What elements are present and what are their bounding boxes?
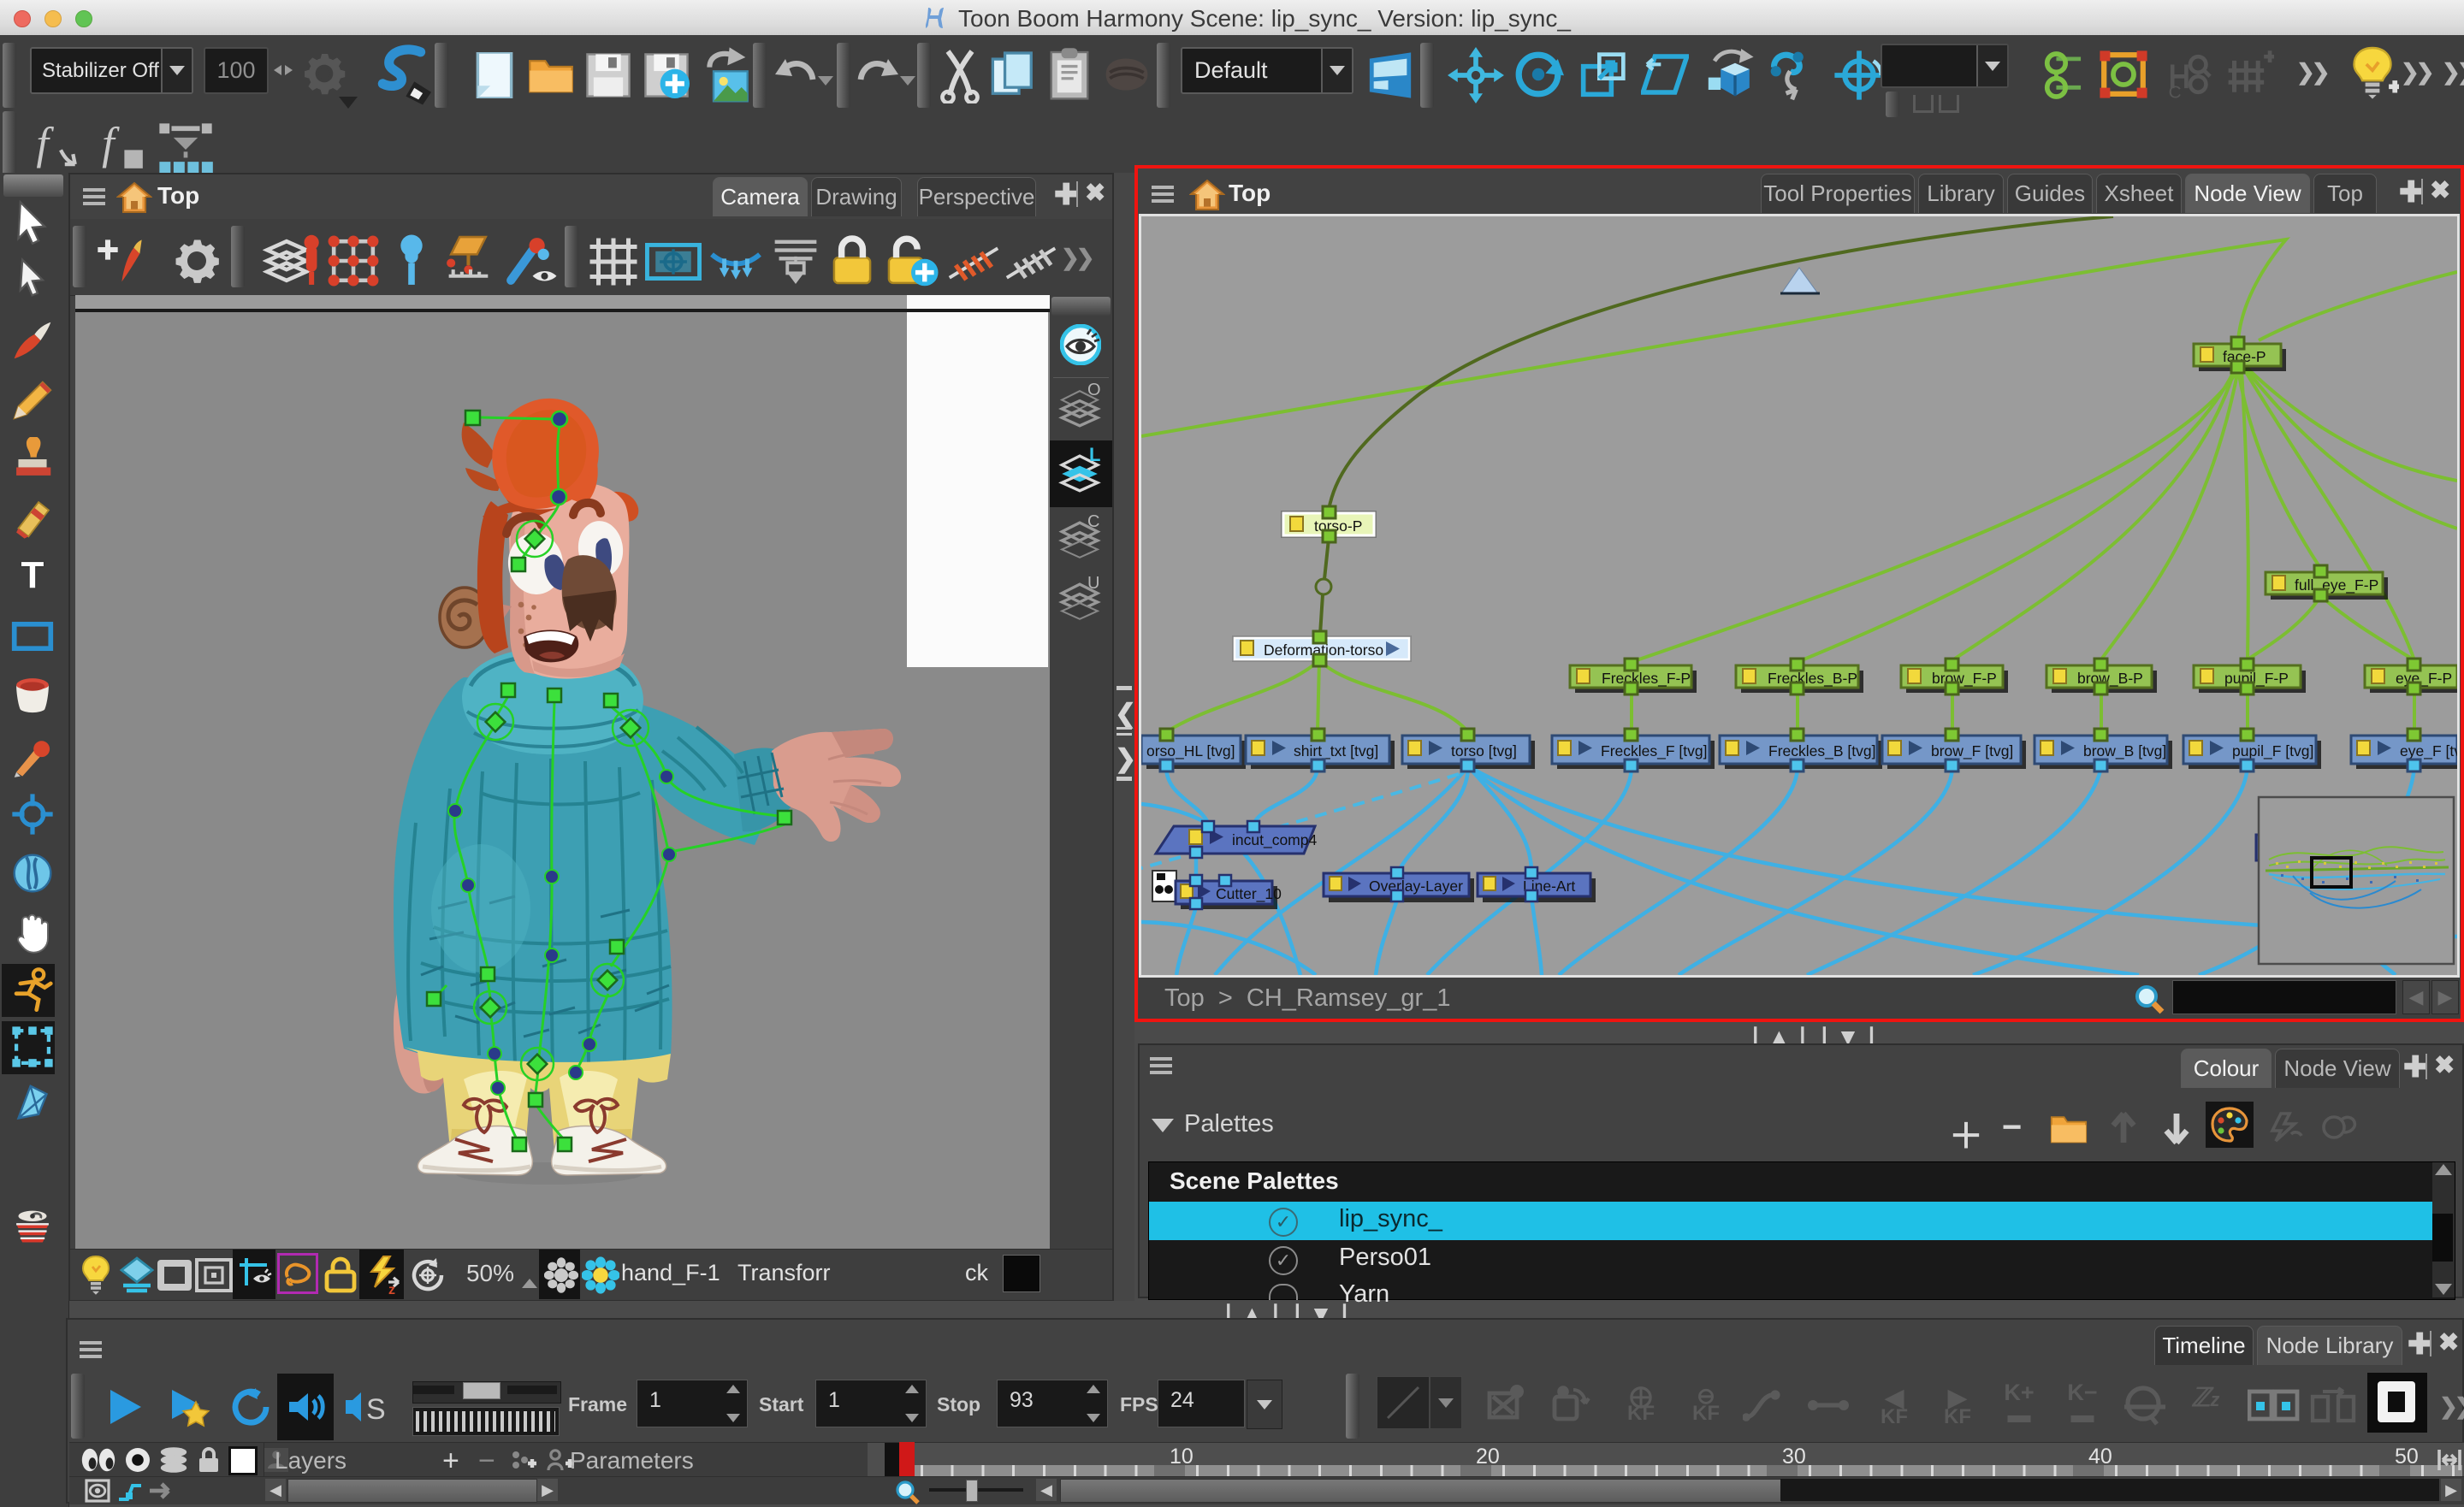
svg-text:pupil_F-P: pupil_F-P <box>2224 670 2289 688</box>
svg-text:torso [tvg]: torso [tvg] <box>1451 742 1517 759</box>
svg-text:shirt_txt [tvg]: shirt_txt [tvg] <box>1294 742 1378 760</box>
svg-text:Freckles_B-P: Freckles_B-P <box>1768 670 1857 688</box>
svg-text:Freckles_F [tvg]: Freckles_F [tvg] <box>1601 742 1707 760</box>
svg-text:incut_comp4: incut_comp4 <box>1232 831 1317 849</box>
svg-text:brow_B [tvg]: brow_B [tvg] <box>2083 742 2166 760</box>
svg-text:eye_F [tv: eye_F [tv <box>2400 742 2457 760</box>
svg-text:Overlay-Layer: Overlay-Layer <box>1369 878 1463 895</box>
svg-text:z: z <box>388 1283 395 1294</box>
svg-text:torso-P: torso-P <box>1314 517 1362 535</box>
svg-text:S: S <box>366 1393 386 1426</box>
svg-text:Freckles_B [tvg]: Freckles_B [tvg] <box>1768 742 1875 760</box>
svg-text:Cutter_10: Cutter_10 <box>1216 885 1282 903</box>
svg-text:eye_F-P: eye_F-P <box>2396 670 2452 688</box>
svg-text:full_eye_F-P: full_eye_F-P <box>2295 576 2378 594</box>
svg-text:C: C <box>2169 83 2182 100</box>
svg-text:brow_F [tvg]: brow_F [tvg] <box>1931 742 2013 760</box>
svg-text:brow_B-P: brow_B-P <box>2077 670 2143 688</box>
svg-text:f: f <box>102 119 120 168</box>
svg-text:Freckles_F-P: Freckles_F-P <box>1602 670 1691 688</box>
svg-text:pupil_F [tvg]: pupil_F [tvg] <box>2232 742 2313 760</box>
svg-text:f: f <box>36 119 54 168</box>
svg-text:orso_HL [tvg]: orso_HL [tvg] <box>1146 742 1235 760</box>
svg-text:brow_F-P: brow_F-P <box>1932 670 1997 688</box>
